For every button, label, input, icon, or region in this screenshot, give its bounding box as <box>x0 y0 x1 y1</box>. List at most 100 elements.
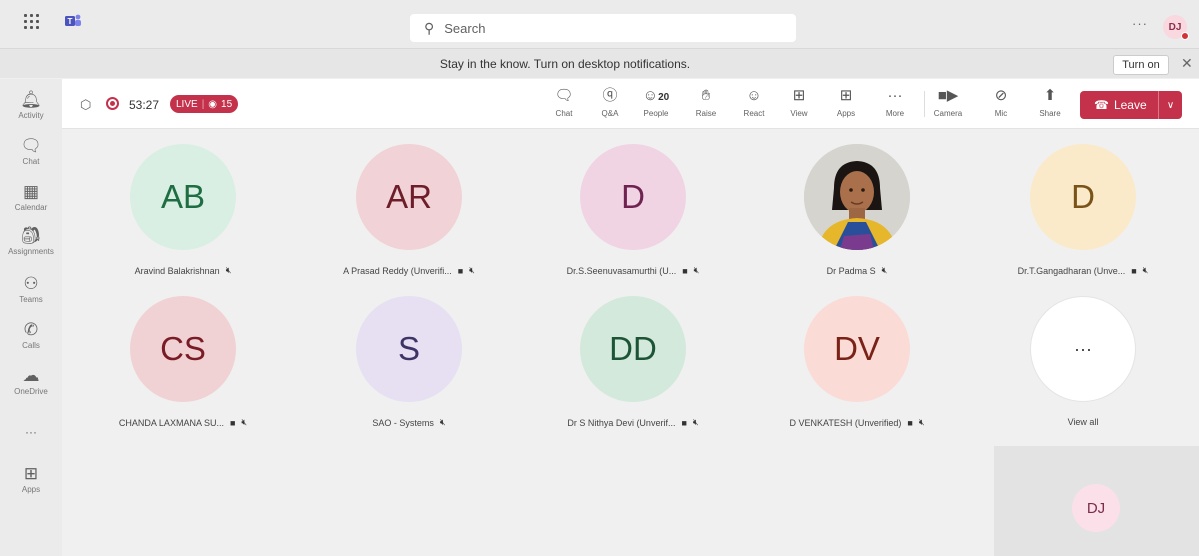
participant-name: Dr S Nithya Devi (Unverif... <box>567 417 676 428</box>
participant-name: SAO - Systems <box>372 417 434 428</box>
participant-tile[interactable]: DD Dr S Nithya Devi (Unverif... ■ 🔇︎ <box>520 296 746 428</box>
status-dot <box>1181 32 1189 40</box>
notification-banner: Stay in the know. Turn on desktop notifi… <box>0 48 1199 78</box>
participant-tile[interactable]: AB Aravind Balakrishnan 🔇︎ <box>70 144 296 276</box>
participant-name-row: Aravind Balakrishnan 🔇︎ <box>70 265 296 276</box>
meeting-toolbar: ⬡ 53:27 LIVE | ◉ 15 🗨︎ Chat ⓠ Q&A ☺︎20 P… <box>62 79 1199 129</box>
teams-icon: ⚇ <box>23 274 39 293</box>
raise-hand-button[interactable]: ✋︎ Raise <box>686 87 726 118</box>
plus-icon: ⊞ <box>839 87 853 104</box>
mic-label: Mic <box>994 109 1008 118</box>
mic-off-icon: 🔇︎ <box>225 265 232 275</box>
chevron-down-icon[interactable]: ∨ <box>1158 91 1182 119</box>
close-icon[interactable]: ✕ <box>1181 55 1193 72</box>
rail-label: Chat <box>22 157 40 166</box>
qa-button[interactable]: ⓠ Q&A <box>590 87 630 118</box>
qa-label: Q&A <box>601 109 619 118</box>
rail-item-more[interactable]: ··· <box>0 423 62 441</box>
avatar: DD <box>580 296 686 402</box>
share-icon: ⬆ <box>1043 87 1057 104</box>
rail-label: Calls <box>22 341 40 350</box>
rail-item-teams[interactable]: ⚇ Teams <box>0 274 62 305</box>
camera-off-icon: ■▶ <box>937 87 959 104</box>
participant-tile[interactable]: DV D VENKATESH (Unverified) ■ 🔇︎ <box>744 296 970 428</box>
more-label: More <box>885 109 905 118</box>
rail-item-calendar[interactable]: ▦ Calendar <box>0 182 62 213</box>
more-icon: ··· <box>1030 296 1136 402</box>
calendar-icon: ▦ <box>22 182 40 201</box>
camera-off-icon: ■ <box>907 417 913 428</box>
turn-on-button[interactable]: Turn on <box>1113 55 1169 75</box>
participant-name-row: Dr.S.Seenuvasamurthi (U... ■ 🔇︎ <box>520 265 746 276</box>
chat-label: Chat <box>555 109 573 118</box>
meeting-timer: 53:27 <box>129 98 160 112</box>
participant-tile[interactable]: D Dr.S.Seenuvasamurthi (U... ■ 🔇︎ <box>520 144 746 276</box>
leave-button[interactable]: ☎︎ Leave ∨ <box>1080 91 1182 119</box>
participant-tile[interactable]: Dr Padma S 🔇︎ <box>744 144 970 276</box>
raise-label: Raise <box>695 109 717 118</box>
rail-item-activity[interactable]: 🔔︎ Activity <box>0 90 62 121</box>
rail-item-assignments[interactable]: 🎒︎ Assignments <box>0 227 62 257</box>
app-rail: 🔔︎ Activity 🗨︎ Chat ▦ Calendar 🎒︎ Assign… <box>0 79 62 556</box>
rail-item-chat[interactable]: 🗨︎ Chat <box>0 137 62 167</box>
plus-icon: ⊞ <box>23 464 39 483</box>
people-count: 20 <box>658 92 670 103</box>
mic-off-icon: 🔇︎ <box>918 417 925 427</box>
avatar: D <box>580 144 686 250</box>
participant-tile[interactable]: D Dr.T.Gangadharan (Unve... ■ 🔇︎ <box>970 144 1196 276</box>
rail-label: Apps <box>21 485 41 494</box>
react-button[interactable]: ☺︎ React <box>734 87 774 118</box>
mic-button[interactable]: ⊘ Mic <box>981 87 1021 118</box>
participant-name-row: Dr.T.Gangadharan (Unve... ■ 🔇︎ <box>970 265 1196 276</box>
mic-off-icon: 🔇︎ <box>693 265 700 275</box>
camera-off-icon: ■ <box>681 417 687 428</box>
rail-item-apps[interactable]: ⊞ Apps <box>0 464 62 495</box>
user-avatar[interactable]: DJ <box>1163 15 1189 40</box>
more-icon: ··· <box>887 87 903 104</box>
app-launcher-icon[interactable] <box>24 14 40 30</box>
rail-label: Calendar <box>14 203 48 212</box>
view-label: View <box>790 109 808 118</box>
participant-tile[interactable]: S SAO - Systems 🔇︎ <box>296 296 522 428</box>
shield-icon[interactable]: ⬡ <box>80 97 91 113</box>
view-all-tile[interactable]: ··· View all <box>970 296 1196 427</box>
rail-item-onedrive[interactable]: ☁︎ OneDrive <box>0 367 62 397</box>
view-button[interactable]: ⊞ View <box>779 87 819 118</box>
notification-text: Stay in the know. Turn on desktop notifi… <box>439 57 691 71</box>
participant-tile[interactable]: CS CHANDA LAXMANA SU... ■ 🔇︎ <box>70 296 296 428</box>
search-icon: ⚲ <box>424 19 435 36</box>
chat-button[interactable]: 🗨︎ Chat <box>544 87 584 118</box>
search-input[interactable]: ⚲ Search <box>410 14 796 42</box>
people-button[interactable]: ☺︎20 People <box>636 87 676 118</box>
app-header: T ⚲ Search ··· DJ <box>0 0 1199 48</box>
participant-name: D VENKATESH (Unverified) <box>789 417 902 428</box>
bell-icon: 🔔︎ <box>20 90 42 109</box>
camera-button[interactable]: ■▶ Camera <box>928 87 968 118</box>
mic-off-icon: 🔇︎ <box>692 417 699 427</box>
participant-name-row: View all <box>970 417 1196 427</box>
chat-icon: 🗨︎ <box>554 87 574 104</box>
eye-icon: ◉ <box>208 98 218 110</box>
participant-name-row: A Prasad Reddy (Unverifi... ■ 🔇︎ <box>296 265 522 276</box>
recording-icon <box>106 97 119 110</box>
mic-off-icon: 🔇︎ <box>241 417 248 427</box>
apps-button[interactable]: ⊞ Apps <box>826 87 866 118</box>
more-icon: ··· <box>25 425 37 439</box>
more-button[interactable]: ··· More <box>875 87 915 118</box>
participant-tile[interactable]: AR A Prasad Reddy (Unverifi... ■ 🔇︎ <box>296 144 522 276</box>
grid-icon: ⊞ <box>792 87 806 104</box>
apps-label: Apps <box>836 109 856 118</box>
rail-item-calls[interactable]: ✆ Calls <box>0 321 62 351</box>
live-label: LIVE <box>176 98 198 110</box>
participant-name: A Prasad Reddy (Unverifi... <box>343 265 452 276</box>
participant-name-row: Dr S Nithya Devi (Unverif... ■ 🔇︎ <box>520 417 746 428</box>
participant-name-row: SAO - Systems 🔇︎ <box>296 417 522 428</box>
participant-name: CHANDA LAXMANA SU... <box>118 417 224 428</box>
more-options-button[interactable]: ··· <box>1132 16 1148 31</box>
participant-name-row: CHANDA LAXMANA SU... ■ 🔇︎ <box>70 417 296 428</box>
mic-off-icon: 🔇︎ <box>881 265 888 275</box>
share-button[interactable]: ⬆ Share <box>1030 87 1070 118</box>
live-badge: LIVE | ◉ 15 <box>170 95 239 113</box>
avatar: AB <box>130 144 236 250</box>
teams-logo-icon: T <box>65 14 81 26</box>
